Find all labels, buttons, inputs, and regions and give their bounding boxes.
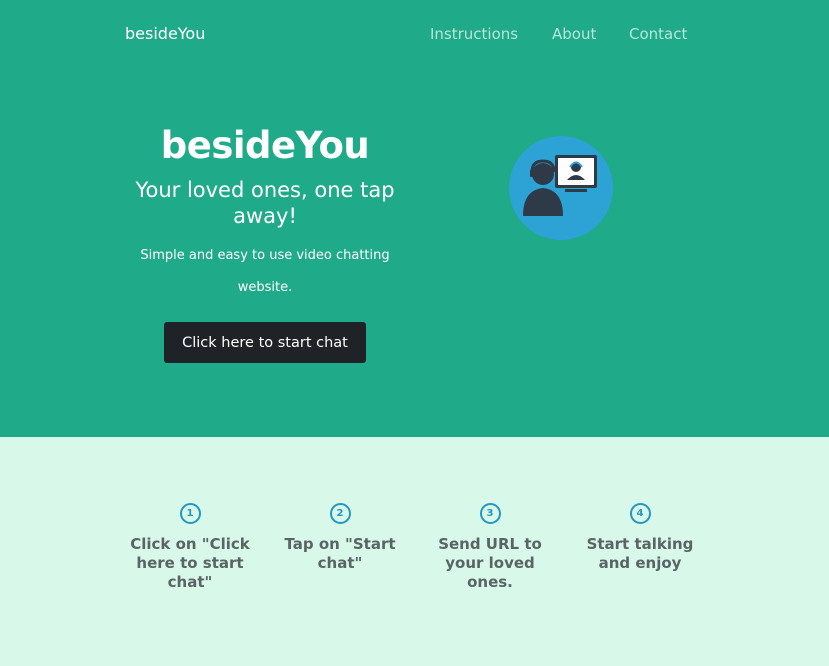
nav-link-instructions[interactable]: Instructions [430,25,518,43]
step-number-icon: 4 [629,503,651,524]
nav-link-contact[interactable]: Contact [629,25,687,43]
step-4: 4 Start talking and enjoy [575,503,705,573]
step-1: 1 Click on "Click here to start chat" [125,503,255,592]
step-text: Click on "Click here to start chat" [130,535,250,591]
step-number-icon: 1 [179,503,201,524]
hero-description: Simple and easy to use video chatting we… [140,248,390,295]
hero-tagline: Your loved ones, one tap away! [135,178,395,228]
step-number-icon: 3 [479,503,501,524]
step-2: 2 Tap on "Start chat" [275,503,405,573]
start-chat-button[interactable]: Click here to start chat [164,322,366,363]
navbar-brand[interactable]: besideYou [125,24,205,43]
video-chat-icon [507,134,615,242]
step-text: Start talking and enjoy [586,535,694,572]
step-text: Tap on "Start chat" [284,535,396,572]
step-text: Send URL to your loved ones. [438,535,542,591]
hero-section: besideYou Instructions About Contact bes… [0,0,829,437]
hero-title: besideYou [160,124,370,167]
step-3: 3 Send URL to your loved ones. [425,503,555,592]
step-number-icon: 2 [329,503,351,524]
nav-link-about[interactable]: About [552,25,596,43]
